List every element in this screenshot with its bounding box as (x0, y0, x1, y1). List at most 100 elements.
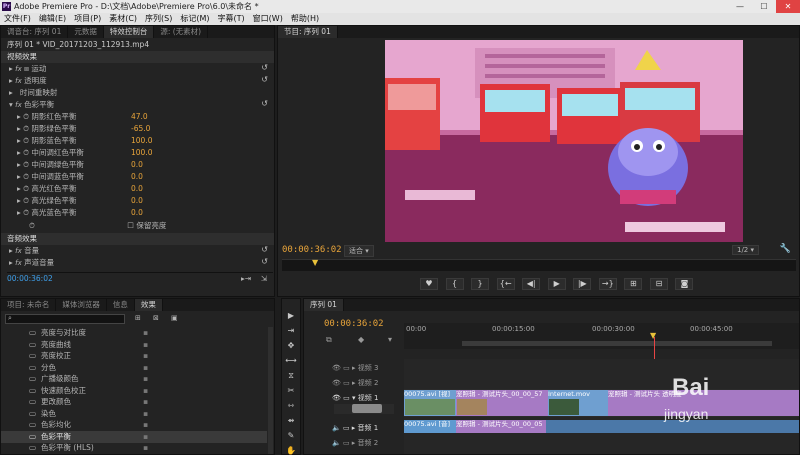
pen-tool[interactable]: ✎ (285, 430, 297, 442)
tab-metadata[interactable]: 元数据 (68, 26, 104, 38)
time-ruler[interactable]: 00:00 00:00:15:00 00:00:30:00 00:00:45:0… (404, 323, 799, 349)
step-forward-button[interactable]: |▶ (573, 278, 592, 290)
work-area-bar[interactable] (462, 341, 772, 346)
clip-audio-00075[interactable]: 00075.avi [音] (404, 420, 456, 433)
param-value[interactable]: -65.0 (131, 123, 150, 135)
tab-sequence[interactable]: 序列 01 (304, 299, 344, 311)
step-back-button[interactable]: ◀| (522, 278, 541, 290)
effect-row-opacity[interactable]: ▸ fx 透明度 (9, 75, 47, 87)
effects-scrollbar[interactable] (268, 327, 273, 454)
param-value[interactable]: 47.0 (131, 111, 148, 123)
fit-dropdown[interactable]: 适合 ▾ (344, 245, 374, 257)
add-marker-button[interactable]: ♥ (420, 278, 438, 290)
effects-search-input[interactable]: ⌕ (5, 314, 125, 324)
hand-tool[interactable]: ✋ (285, 445, 297, 455)
tab-program[interactable]: 节目: 序列 01 (278, 26, 338, 38)
param-value[interactable]: 100.0 (131, 135, 152, 147)
mark-out-button[interactable]: } (471, 278, 490, 290)
yuv-effects-icon[interactable]: ▣ (171, 314, 178, 322)
program-scrub-bar[interactable]: ▼ (282, 258, 796, 271)
selection-tool[interactable]: ▶ (285, 310, 297, 322)
effect-list-item[interactable]: ▭ 亮度曲线 ▪ (1, 339, 267, 351)
export-icon[interactable]: ⇲ (261, 273, 267, 285)
rate-stretch-tool[interactable]: ⧖ (285, 370, 297, 382)
tab-media-browser[interactable]: 媒体浏览器 (56, 299, 107, 311)
tab-project[interactable]: 项目: 未命名 (1, 299, 57, 311)
resolution-dropdown[interactable]: 1/2 ▾ (731, 245, 759, 255)
effect-row-motion[interactable]: ▸ fx ⧈ 运动 (9, 63, 46, 75)
program-timecode[interactable]: 00:00:36:02 (282, 245, 342, 255)
ripple-edit-tool[interactable]: ✥ (285, 340, 297, 352)
effect-list-item[interactable]: ▭ 色彩平衡 ▪ (1, 430, 267, 443)
effect-list-item[interactable]: ▭ 快速颜色校正 ▪ (1, 385, 267, 397)
reset-icon[interactable]: ↺ (261, 75, 268, 84)
param-row[interactable]: ▸ ⏱ 阴影蓝色平衡 (17, 135, 76, 147)
effect-row-volume[interactable]: ▸ fx 音量 (9, 245, 39, 257)
add-marker-icon[interactable]: ◆ (358, 335, 364, 344)
track-video3[interactable]: 👁 ▭ ▸ 视频 3 (332, 362, 378, 374)
slide-tool[interactable]: ⇴ (285, 415, 297, 427)
param-value[interactable]: 0.0 (131, 195, 143, 207)
param-value[interactable]: 100.0 (131, 147, 152, 159)
tab-effects[interactable]: 效果 (134, 299, 163, 311)
go-to-in-button[interactable]: {← (496, 278, 515, 290)
razor-tool[interactable]: ✂ (285, 385, 297, 397)
lift-button[interactable]: ⊞ (624, 278, 643, 290)
effect-row-time-remap[interactable]: ▸ 时间重映射 (9, 87, 57, 99)
menu-sequence[interactable]: 序列(S) (141, 13, 176, 25)
param-row[interactable]: ▸ ⏱ 高光绿色平衡 (17, 195, 76, 207)
track-select-tool[interactable]: ⇥ (285, 325, 297, 337)
track-audio2[interactable]: 🔈 ▭ ▸ 音频 2 (332, 437, 378, 449)
menu-file[interactable]: 文件(F) (0, 13, 35, 25)
track-audio1[interactable]: 🔈 ▭ ▸ 音频 1 (332, 422, 378, 434)
sequence-marker-icon[interactable]: ▾ (388, 335, 392, 344)
tab-source[interactable]: 源: (无素材) (154, 26, 209, 38)
playhead-marker-icon[interactable]: ▼ (312, 258, 318, 267)
effect-row-color-balance[interactable]: ▾ fx 色彩平衡 (9, 99, 54, 111)
effect-list-item[interactable]: ▭ 亮度校正 ▪ (1, 350, 267, 362)
reset-icon[interactable]: ↺ (261, 245, 268, 254)
param-row[interactable]: ▸ ⏱ 中间调红色平衡 (17, 147, 84, 159)
param-row[interactable]: ▸ ⏱ 中间调蓝色平衡 (17, 171, 84, 183)
param-row[interactable]: ▸ ⏱ 高光蓝色平衡 (17, 207, 76, 219)
timeline-timecode[interactable]: 00:00:36:02 (324, 319, 384, 329)
play-button[interactable]: ▶ (547, 278, 566, 290)
param-value[interactable]: 0.0 (131, 183, 143, 195)
tab-mixer[interactable]: 调音台: 序列 01 (1, 26, 69, 38)
clip-audio-title[interactable]: 宠照辑 - 测试片头_00_00_05 (456, 420, 546, 433)
effect-list-item[interactable]: ▭ 广播级颜色 ▪ (1, 373, 267, 385)
go-to-out-button[interactable]: →} (598, 278, 617, 290)
effect-row-channel-volume[interactable]: ▸ fx 声道音量 (9, 257, 54, 269)
mark-in-button[interactable]: { (445, 278, 464, 290)
menu-window[interactable]: 窗口(W) (249, 13, 287, 25)
param-value[interactable]: 0.0 (131, 207, 143, 219)
track-video2[interactable]: 👁 ▭ ▸ 视频 2 (332, 377, 378, 389)
tab-info[interactable]: 信息 (107, 299, 135, 311)
32bit-effects-icon[interactable]: ⊠ (153, 314, 159, 322)
effect-timecode[interactable]: 00:00:36:02 (7, 274, 53, 283)
accelerated-effects-icon[interactable]: ⊞ (135, 314, 141, 322)
menu-marker[interactable]: 标记(M) (176, 13, 213, 25)
effect-list-item[interactable]: ▭ 色彩均化 ▪ (1, 419, 267, 431)
slip-tool[interactable]: ⇿ (285, 400, 297, 412)
wrench-icon[interactable]: 🔧 (780, 244, 791, 254)
tab-effect-controls[interactable]: 特效控制台 (103, 26, 155, 38)
effect-list-item[interactable]: ▭ 染色 ▪ (1, 408, 267, 420)
track-video1[interactable]: 👁 ▭ ▾ 视频 1 (332, 392, 378, 404)
effect-list-item[interactable]: ▭ 更改颜色 ▪ (1, 396, 267, 408)
play-only-audio-icon[interactable]: ▸⇥ (241, 273, 251, 285)
rolling-edit-tool[interactable]: ⟷ (285, 355, 297, 367)
extract-button[interactable]: ⊟ (649, 278, 668, 290)
reset-icon[interactable]: ↺ (261, 99, 268, 108)
param-row[interactable]: ▸ ⏱ 中间调绿色平衡 (17, 159, 84, 171)
menu-edit[interactable]: 编辑(E) (35, 13, 70, 25)
effect-list-item[interactable]: ▭ 色彩平衡 (HLS) ▪ (1, 442, 267, 454)
menu-title[interactable]: 字幕(T) (214, 13, 249, 25)
preserve-luminosity-row[interactable]: ⏱ ☐ 保留亮度 (29, 220, 166, 232)
export-frame-button[interactable]: ◙ (675, 278, 694, 290)
reset-icon[interactable]: ↺ (261, 257, 268, 266)
param-row[interactable]: ▸ ⏱ 阴影绿色平衡 (17, 123, 76, 135)
menu-help[interactable]: 帮助(H) (287, 13, 323, 25)
effect-list-item[interactable]: ▭ 分色 ▪ (1, 362, 267, 374)
effect-list-item[interactable]: ▭ 亮度与对比度 ▪ (1, 327, 267, 339)
